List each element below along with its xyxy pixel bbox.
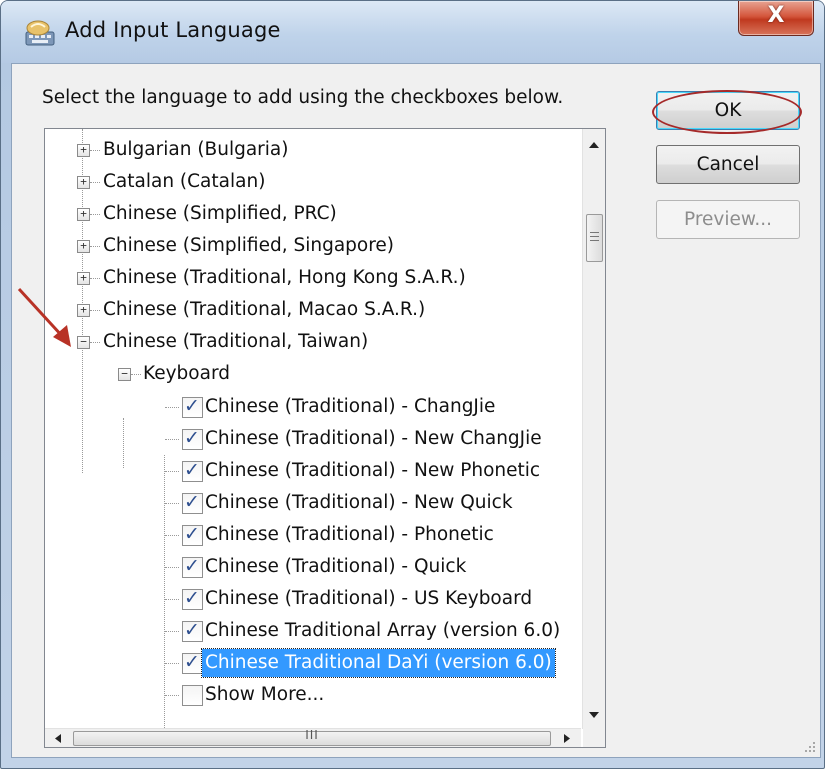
plus-box-icon[interactable]: + xyxy=(77,144,90,157)
tree-item-label[interactable]: Chinese (Simplified, Singapore) xyxy=(103,230,394,262)
tree-item-keyboard-group[interactable]: − Keyboard xyxy=(45,358,575,390)
scroll-left-arrow-icon[interactable] xyxy=(54,733,62,744)
tree-connector-line xyxy=(165,471,179,472)
tree-item-label[interactable]: Catalan (Catalan) xyxy=(103,166,265,198)
close-button[interactable]: X xyxy=(738,1,814,36)
resize-grip-icon[interactable] xyxy=(802,739,816,753)
tree-item-label[interactable]: Chinese (Traditional, Taiwan) xyxy=(103,326,368,358)
keyboard-item[interactable]: Chinese (Traditional) - US Keyboard xyxy=(45,582,575,615)
close-icon: X xyxy=(767,3,785,28)
keyboard-item-label[interactable]: Chinese (Traditional) - New Phonetic xyxy=(205,455,540,487)
keyboard-item[interactable]: Chinese (Traditional) - New Quick xyxy=(45,486,575,519)
tree-item-chinese-traditional-taiwan[interactable]: − Chinese (Traditional, Taiwan) xyxy=(45,326,575,358)
tree-connector-line xyxy=(90,278,100,279)
keyboard-checkbox[interactable] xyxy=(182,518,203,550)
tree-item-label[interactable]: Chinese (Traditional, Hong Kong S.A.R.) xyxy=(103,262,466,294)
keyboard-checkbox[interactable] xyxy=(182,422,203,454)
tree-item-chinese-traditional-macao[interactable]: + Chinese (Traditional, Macao S.A.R.) xyxy=(45,294,575,326)
horizontal-scroll-thumb[interactable]: III xyxy=(73,728,551,746)
scroll-right-arrow-icon[interactable] xyxy=(563,733,571,744)
keyboard-checkbox[interactable] xyxy=(182,582,203,614)
keyboard-item[interactable]: Chinese (Traditional) - ChangJie xyxy=(45,390,575,423)
tree-item-label[interactable]: Chinese (Traditional, Macao S.A.R.) xyxy=(103,294,425,326)
tree-item-chinese-simplified-singapore[interactable]: + Chinese (Simplified, Singapore) xyxy=(45,230,575,262)
tree-content: + Bulgarian (Bulgaria) + Catalan (Catala… xyxy=(45,129,581,729)
vertical-scroll-thumb[interactable] xyxy=(586,214,603,262)
plus-box-icon[interactable]: + xyxy=(77,176,90,189)
tree-item-chinese-simplified-prc[interactable]: + Chinese (Simplified, PRC) xyxy=(45,198,575,230)
keyboard-item-selected[interactable]: Chinese Traditional DaYi (version 6.0) xyxy=(45,646,575,679)
keyboard-checkbox[interactable] xyxy=(182,486,203,518)
tree-connector-line xyxy=(165,695,179,696)
keyboard-checkbox[interactable] xyxy=(182,390,203,422)
keyboard-item[interactable]: Chinese (Traditional) - Quick xyxy=(45,550,575,583)
tree-connector-line xyxy=(165,503,179,504)
window-title: Add Input Language xyxy=(65,18,281,42)
keyboard-item-label[interactable]: Chinese (Traditional) - US Keyboard xyxy=(205,583,532,615)
plus-box-icon[interactable]: + xyxy=(77,304,90,317)
keyboard-checkbox[interactable] xyxy=(182,614,203,646)
keyboard-item[interactable]: Chinese Traditional Array (version 6.0) xyxy=(45,614,575,647)
title-bar[interactable]: Add Input Language X xyxy=(1,1,824,63)
tree-connector-line xyxy=(165,631,179,632)
annotation-circle xyxy=(652,90,802,134)
scrollbar-corner xyxy=(583,729,605,747)
tree-connector-line xyxy=(90,214,100,215)
tree-connector-line xyxy=(165,663,179,664)
tree-item-bulgarian[interactable]: + Bulgarian (Bulgaria) xyxy=(45,134,575,166)
plus-box-icon[interactable]: + xyxy=(77,240,90,253)
scroll-grip-icon: III xyxy=(305,728,319,742)
plus-box-icon[interactable]: + xyxy=(77,272,90,285)
tree-connector-line xyxy=(131,374,141,375)
keyboard-item-label[interactable]: Chinese Traditional Array (version 6.0) xyxy=(205,615,560,647)
vertical-scrollbar[interactable] xyxy=(582,129,605,729)
preview-button: Preview... xyxy=(656,200,800,239)
keyboard-item-label[interactable]: Chinese (Traditional) - New ChangJie xyxy=(205,423,542,455)
keyboard-item-label[interactable]: Chinese (Traditional) - ChangJie xyxy=(205,391,495,423)
show-more-label[interactable]: Show More... xyxy=(205,679,324,711)
show-more-checkbox[interactable] xyxy=(182,685,203,706)
plus-box-icon[interactable]: + xyxy=(77,208,90,221)
tree-connector-line xyxy=(165,599,179,600)
keyboard-checkbox[interactable] xyxy=(182,550,203,582)
minus-box-icon[interactable]: − xyxy=(77,336,90,349)
add-input-language-dialog: Add Input Language X Select the language… xyxy=(0,0,825,769)
keyboard-item[interactable]: Chinese (Traditional) - New Phonetic xyxy=(45,454,575,487)
show-more-item[interactable]: Show More... xyxy=(45,679,575,711)
tree-connector-line xyxy=(165,439,179,440)
horizontal-scrollbar[interactable]: III xyxy=(45,728,581,747)
dialog-body: Select the language to add using the che… xyxy=(11,63,821,758)
tree-item-label[interactable]: Chinese (Simplified, PRC) xyxy=(103,198,337,230)
red-arrow-icon xyxy=(17,287,71,347)
cancel-button[interactable]: Cancel xyxy=(656,145,800,184)
keyboard-checkbox[interactable] xyxy=(182,646,203,678)
keyboard-checkbox[interactable] xyxy=(182,454,203,486)
tree-connector-line xyxy=(165,407,179,408)
tree-connector-line xyxy=(165,535,179,536)
tree-connector-line xyxy=(90,342,100,343)
scroll-down-arrow-icon[interactable] xyxy=(588,711,600,719)
keyboard-item-label[interactable]: Chinese Traditional DaYi (version 6.0) xyxy=(201,648,556,678)
input-language-icon xyxy=(25,20,55,46)
scroll-up-arrow-icon[interactable] xyxy=(588,141,600,149)
tree-item-chinese-traditional-hong-kong[interactable]: + Chinese (Traditional, Hong Kong S.A.R.… xyxy=(45,262,575,294)
tree-item-label[interactable]: Bulgarian (Bulgaria) xyxy=(103,134,288,166)
language-tree[interactable]: + Bulgarian (Bulgaria) + Catalan (Catala… xyxy=(44,128,606,748)
keyboard-item-label[interactable]: Chinese (Traditional) - Quick xyxy=(205,551,466,583)
tree-connector-line xyxy=(90,150,100,151)
keyboard-item[interactable]: Chinese (Traditional) - Phonetic xyxy=(45,518,575,551)
tree-connector-line xyxy=(90,310,100,311)
tree-connector-line xyxy=(90,246,100,247)
keyboard-item-label[interactable]: Chinese (Traditional) - Phonetic xyxy=(205,519,494,551)
tree-item-label[interactable]: Keyboard xyxy=(143,358,230,390)
tree-connector-line xyxy=(165,567,179,568)
keyboard-item[interactable]: Chinese (Traditional) - New ChangJie xyxy=(45,422,575,455)
instruction-text: Select the language to add using the che… xyxy=(42,87,564,108)
keyboard-item-label[interactable]: Chinese (Traditional) - New Quick xyxy=(205,487,513,519)
minus-box-icon[interactable]: − xyxy=(118,368,131,381)
tree-connector-line xyxy=(90,182,100,183)
tree-item-catalan[interactable]: + Catalan (Catalan) xyxy=(45,166,575,198)
